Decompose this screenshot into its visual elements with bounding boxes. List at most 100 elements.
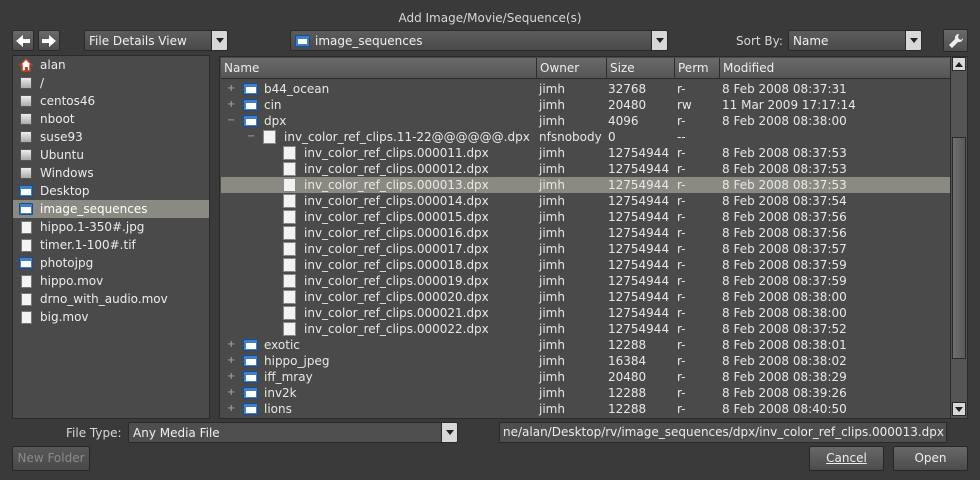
table-row[interactable]: + inv2k jimh 12288 r- 8 Feb 2008 08:39:26	[221, 385, 951, 401]
sidebar-item[interactable]: big.mov	[13, 308, 209, 326]
sidebar-item[interactable]: Ubuntu	[13, 146, 209, 164]
table-row[interactable]: inv_color_ref_clips.000022.dpx jimh 127549…	[221, 321, 951, 337]
row-name: inv_color_ref_clips.000011.dpx	[304, 146, 489, 160]
sidebar-item[interactable]: Windows	[13, 164, 209, 182]
sidebar-item[interactable]: image_sequences	[13, 200, 209, 218]
row-size: 20480	[608, 98, 647, 112]
file-icon	[283, 194, 296, 208]
sidebar-item[interactable]: timer.1-100#.tif	[13, 236, 209, 254]
new-folder-button[interactable]: New Folder	[12, 446, 90, 471]
sidebar-item[interactable]: Desktop	[13, 182, 209, 200]
sidebar-item[interactable]: hippo.mov	[13, 272, 209, 290]
sidebar-item[interactable]: centos46	[13, 92, 209, 110]
expand-icon[interactable]: +	[227, 97, 235, 113]
settings-button[interactable]	[943, 29, 968, 52]
table-row[interactable]: + cin jimh 20480 rw 11 Mar 2009 17:17:14	[221, 97, 951, 113]
row-name: hippo_jpeg	[264, 354, 330, 368]
row-size: 12754944	[608, 226, 670, 240]
table-row[interactable]: − dpx jimh 4096 r- 8 Feb 2008 08:38:00	[221, 113, 951, 129]
sidebar-item-label: image_sequences	[40, 202, 148, 216]
vertical-scrollbar[interactable]	[950, 57, 967, 418]
row-perm: r-	[677, 210, 686, 224]
sidebar-item[interactable]: alan	[13, 56, 209, 74]
column-size[interactable]: Size	[607, 58, 675, 79]
table-row[interactable]: inv_color_ref_clips.000013.dpx jimh 127549…	[221, 177, 951, 193]
row-size: 12754944	[608, 258, 670, 272]
table-row[interactable]: inv_color_ref_clips.000019.dpx jimh 127549…	[221, 273, 951, 289]
sidebar-item-label: hippo.mov	[40, 274, 104, 288]
row-modified: 8 Feb 2008 08:37:59	[722, 258, 847, 272]
table-row[interactable]: inv_color_ref_clips.000017.dpx jimh 127549…	[221, 241, 951, 257]
expand-icon[interactable]: +	[227, 385, 235, 401]
table-row[interactable]: inv_color_ref_clips.000011.dpx jimh 127549…	[221, 145, 951, 161]
table-row[interactable]: + b44_ocean jimh 32768 r- 8 Feb 2008 08:37:31	[221, 81, 951, 97]
column-owner[interactable]: Owner	[537, 58, 607, 79]
sidebar-item-label: timer.1-100#.tif	[40, 238, 136, 252]
sidebar-item[interactable]: photojpg	[13, 254, 209, 272]
sidebar-item[interactable]: nboot	[13, 110, 209, 128]
row-perm: r-	[677, 322, 686, 336]
table-row[interactable]: inv_color_ref_clips.000014.dpx jimh 127549…	[221, 193, 951, 209]
sidebar-item[interactable]: /	[13, 74, 209, 92]
row-size: 12754944	[608, 146, 670, 160]
row-owner: jimh	[539, 82, 565, 96]
table-row[interactable]: + lions jimh 12288 r- 8 Feb 2008 08:40:50	[221, 401, 951, 417]
table-row[interactable]: inv_color_ref_clips.000021.dpx jimh 127549…	[221, 305, 951, 321]
scroll-thumb[interactable]	[952, 137, 966, 359]
chevron-down-icon	[441, 423, 457, 442]
row-owner: jimh	[539, 370, 565, 384]
table-row[interactable]: inv_color_ref_clips.000016.dpx jimh 127549…	[221, 225, 951, 241]
column-modified[interactable]: Modified	[720, 58, 951, 79]
drive-icon	[19, 112, 33, 126]
expand-icon[interactable]: +	[227, 81, 235, 97]
file-icon	[283, 162, 296, 176]
path-input[interactable]: ne/alan/Desktop/rv/image_sequences/dpx/i…	[499, 422, 947, 443]
back-button[interactable]	[12, 30, 34, 51]
folder-icon	[243, 371, 258, 383]
row-modified: 8 Feb 2008 08:38:00	[722, 290, 847, 304]
file-list[interactable]: Name Owner Size Perm Modified + b44_ocean…	[219, 56, 968, 419]
file-type-select[interactable]: Any Media File	[128, 422, 458, 443]
expand-icon[interactable]: +	[227, 401, 235, 417]
table-row[interactable]: inv_color_ref_clips.000020.dpx jimh 127549…	[221, 289, 951, 305]
open-button[interactable]: Open	[893, 446, 968, 471]
row-name: inv2k	[264, 386, 297, 400]
table-row[interactable]: − inv_color_ref_clips.11-22@@@@@@.dpx nfsn…	[221, 129, 951, 145]
table-row[interactable]: + hippo_jpeg jimh 16384 r- 8 Feb 2008 08:38:0…	[221, 353, 951, 369]
directory-select[interactable]: image_sequences	[290, 30, 668, 51]
row-name: inv_color_ref_clips.000013.dpx	[304, 178, 489, 192]
table-row[interactable]: + iff_mray jimh 20480 r- 8 Feb 2008 08:38:29	[221, 369, 951, 385]
expand-icon[interactable]: +	[227, 369, 235, 385]
row-size: 12754944	[608, 290, 670, 304]
row-perm: rw	[677, 98, 692, 112]
row-name: inv_color_ref_clips.000022.dpx	[304, 322, 489, 336]
cancel-button[interactable]: Cancel	[809, 446, 884, 471]
sidebar-item[interactable]: drno_with_audio.mov	[13, 290, 209, 308]
row-size: 12754944	[608, 162, 670, 176]
sort-by-select[interactable]: Name	[788, 30, 922, 51]
column-name[interactable]: Name	[221, 58, 537, 79]
collapse-icon[interactable]: −	[247, 129, 255, 145]
row-owner: jimh	[539, 98, 565, 112]
sidebar-item[interactable]: suse93	[13, 128, 209, 146]
row-size: 12288	[608, 386, 647, 400]
forward-button[interactable]	[38, 30, 60, 51]
row-modified: 8 Feb 2008 08:37:56	[722, 210, 847, 224]
scroll-down-button[interactable]	[952, 402, 966, 416]
collapse-icon[interactable]: −	[227, 113, 235, 129]
row-name: lions	[264, 402, 292, 416]
places-sidebar[interactable]: alan / centos46 nboot suse93 Ubuntu Windows Des…	[12, 55, 210, 419]
expand-icon[interactable]: +	[227, 353, 235, 369]
expand-icon[interactable]: +	[227, 337, 235, 353]
view-mode-select[interactable]: File Details View	[84, 30, 228, 51]
table-row[interactable]: + exotic jimh 12288 r- 8 Feb 2008 08:38:01	[221, 337, 951, 353]
table-row[interactable]: inv_color_ref_clips.000012.dpx jimh 127549…	[221, 161, 951, 177]
sidebar-item[interactable]: hippo.1-350#.jpg	[13, 218, 209, 236]
view-mode-value: File Details View	[89, 33, 187, 48]
table-row[interactable]: inv_color_ref_clips.000018.dpx jimh 127549…	[221, 257, 951, 273]
table-row[interactable]: inv_color_ref_clips.000015.dpx jimh 127549…	[221, 209, 951, 225]
column-perm[interactable]: Perm	[675, 58, 720, 79]
file-icon	[283, 290, 296, 304]
sidebar-item-label: suse93	[40, 130, 83, 144]
scroll-up-button[interactable]	[952, 57, 966, 71]
